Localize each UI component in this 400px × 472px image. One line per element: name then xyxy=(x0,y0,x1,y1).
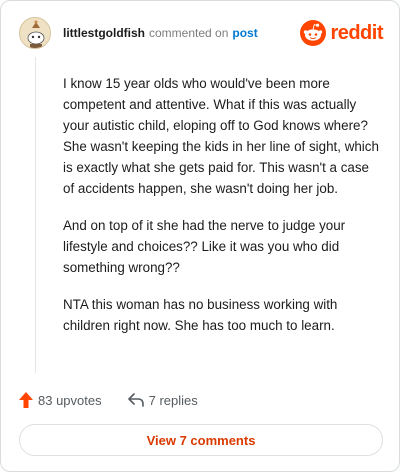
upvote-button[interactable]: 83 upvotes xyxy=(19,392,102,408)
comment-paragraph: And on top of it she had the nerve to ju… xyxy=(63,218,346,275)
upvote-arrow-icon xyxy=(19,392,33,408)
replies-count: 7 replies xyxy=(148,392,198,408)
upvote-count: 83 upvotes xyxy=(38,392,102,408)
comment-paragraph: NTA this woman has no business working w… xyxy=(63,297,338,333)
comment-card: littlestgoldfish commented on post reddit … xyxy=(0,0,400,472)
comment-action-text: commented on xyxy=(149,26,229,40)
reply-arrow-icon xyxy=(127,393,144,407)
comment-body: I know 15 year olds who would've been mo… xyxy=(63,73,381,352)
comment-header: littlestgoldfish commented on post reddit xyxy=(19,17,383,53)
comment-actions: 83 upvotes 7 replies xyxy=(19,389,224,411)
reddit-logo-icon xyxy=(300,20,327,46)
comment-paragraph: I know 15 year olds who would've been mo… xyxy=(63,76,379,196)
replies-button[interactable]: 7 replies xyxy=(127,392,198,408)
view-comments-button[interactable]: View 7 comments xyxy=(19,424,383,456)
post-link[interactable]: post xyxy=(232,26,257,40)
username[interactable]: littlestgoldfish xyxy=(63,26,145,40)
reddit-brand: reddit xyxy=(300,19,383,47)
comment-meta: littlestgoldfish commented on post xyxy=(63,26,258,40)
thread-line[interactable] xyxy=(35,57,36,373)
reddit-wordmark: reddit xyxy=(330,21,383,44)
snoo-avatar-icon[interactable] xyxy=(19,17,51,49)
